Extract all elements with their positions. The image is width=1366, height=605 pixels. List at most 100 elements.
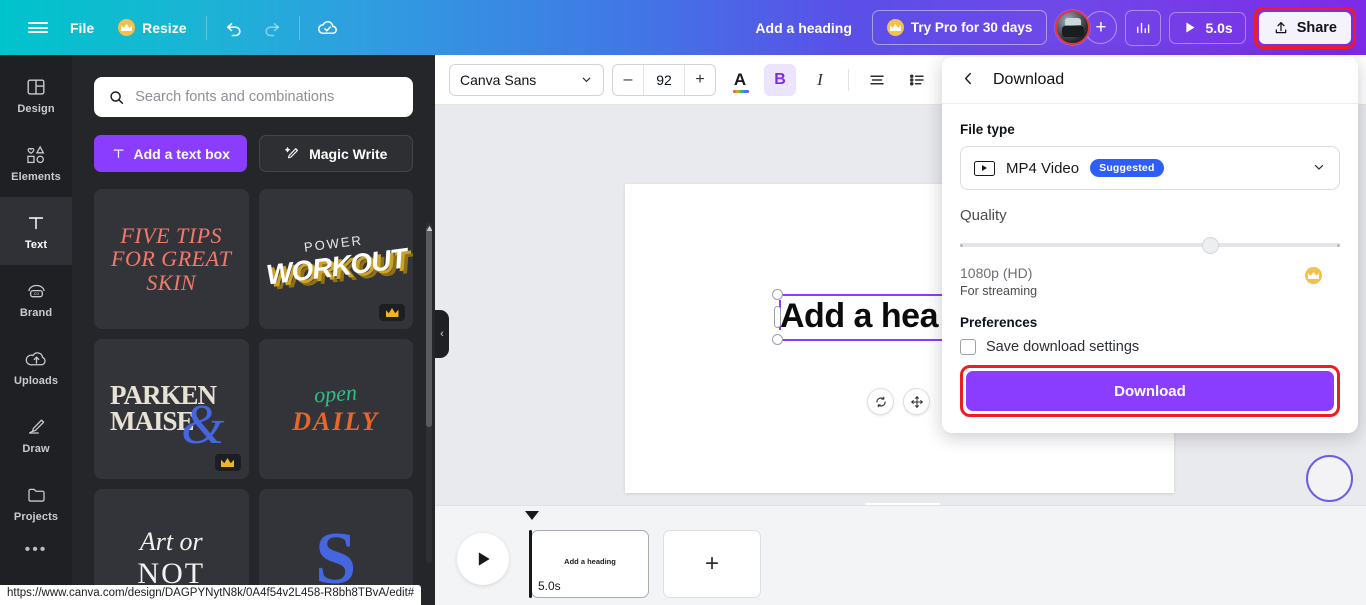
resize-handle-top-left[interactable] <box>772 289 783 300</box>
resize-handle-left[interactable] <box>774 306 781 328</box>
undo-icon[interactable] <box>215 9 253 47</box>
share-button[interactable]: Share <box>1258 11 1351 44</box>
font-card[interactable]: open DAILY <box>258 339 413 479</box>
increase-font-size-button[interactable]: + <box>685 65 715 95</box>
top-bar-right: Add a heading Try Pro for 30 days + 5.0s… <box>743 6 1366 49</box>
save-settings-label: Save download settings <box>986 339 1140 355</box>
add-page-button[interactable]: + <box>663 530 761 598</box>
font-card[interactable]: PARKEN MAISE & <box>94 339 249 479</box>
sidebar-item-label: Uploads <box>13 374 59 387</box>
bullet-list-icon[interactable] <box>901 64 933 96</box>
download-panel-title: Download <box>993 71 1065 88</box>
file-type-select[interactable]: MP4 Video Suggested <box>960 146 1340 190</box>
panel-action-buttons: Add a text box Magic Write <box>94 135 413 172</box>
sidebar-item-text[interactable]: Text <box>0 197 72 265</box>
design-title[interactable]: Add a heading <box>743 13 863 43</box>
floating-round-button[interactable] <box>1306 455 1353 502</box>
avatar[interactable] <box>1055 10 1091 45</box>
search-input[interactable] <box>135 89 399 105</box>
font-size-stepper: – 92 + <box>612 63 716 96</box>
browser-status-url: https://www.canva.com/design/DAGPYNytN8k… <box>0 585 422 605</box>
sidebar-item-elements[interactable]: Elements <box>0 129 72 197</box>
preview-play-button[interactable]: 5.0s <box>1169 11 1246 44</box>
playhead-marker[interactable] <box>525 511 539 520</box>
quality-sub-label: For streaming <box>960 284 1038 298</box>
share-label: Share <box>1296 19 1337 36</box>
italic-button[interactable]: I <box>804 64 836 96</box>
file-menu-button[interactable]: File <box>58 13 106 43</box>
save-settings-checkbox[interactable] <box>960 339 976 355</box>
sidebar-item-projects[interactable]: Projects <box>0 469 72 537</box>
divider <box>299 15 301 40</box>
crown-icon <box>886 19 904 36</box>
text-color-glyph: A <box>732 71 749 93</box>
font-card[interactable]: FIVE TIPS FOR GREAT SKIN <box>94 189 249 329</box>
font-card-art: Art or NOT <box>137 527 206 590</box>
cloud-saved-icon[interactable] <box>308 9 346 47</box>
magic-write-button[interactable]: Magic Write <box>258 135 413 172</box>
sidebar-item-label: Brand <box>19 306 53 319</box>
font-card[interactable]: POWER WORKOUT <box>258 189 413 329</box>
timeline: Add a heading 5.0s + <box>435 505 1366 605</box>
add-text-box-button[interactable]: Add a text box <box>94 135 247 172</box>
quality-label: Quality <box>960 207 1007 224</box>
font-card-art: POWER WORKOUT <box>264 232 409 290</box>
file-type-label: File type <box>960 122 1015 137</box>
sidebar-item-brand[interactable]: co Brand <box>0 265 72 333</box>
move-icon[interactable] <box>903 388 930 415</box>
quality-tick-max <box>1337 243 1340 247</box>
download-panel: Download File type MP4 Video Suggested Q… <box>942 57 1358 433</box>
chevron-down-icon <box>582 77 591 83</box>
more-apps-button[interactable]: ••• <box>25 541 48 559</box>
try-pro-label: Try Pro for 30 days <box>910 20 1033 35</box>
element-floating-tools <box>867 388 930 415</box>
magic-pencil-icon <box>285 147 299 159</box>
scroll-up-arrow-icon[interactable]: ▲ <box>425 223 434 233</box>
panel-scrollbar-thumb[interactable] <box>426 227 432 427</box>
play-icon <box>478 552 490 566</box>
decrease-font-size-button[interactable]: – <box>613 65 643 95</box>
collapse-panel-button[interactable]: ‹ <box>435 310 449 358</box>
duration-label: 5.0s <box>1205 19 1233 36</box>
resize-button[interactable]: Resize <box>106 12 198 43</box>
download-button-highlight: Download <box>960 365 1340 417</box>
file-type-value: MP4 Video <box>1006 159 1080 177</box>
quality-slider-knob[interactable] <box>1202 236 1219 254</box>
top-bar-left: File Resize <box>0 8 346 48</box>
quality-slider-track <box>960 243 1340 247</box>
back-chevron-icon[interactable] <box>960 70 977 90</box>
download-button[interactable]: Download <box>966 371 1334 411</box>
sidebar-item-draw[interactable]: Draw <box>0 401 72 469</box>
italic-label: I <box>817 69 823 89</box>
redo-icon[interactable] <box>253 9 291 47</box>
sidebar-item-label: Text <box>24 238 48 251</box>
sidebar-item-uploads[interactable]: Uploads <box>0 333 72 401</box>
pro-crown-icon <box>214 454 241 471</box>
quality-resolution: 1080p (HD) <box>960 265 1033 281</box>
collaborators: + <box>1055 10 1118 45</box>
text-panel: Add a text box Magic Write FIVE TIPS FOR… <box>72 55 435 605</box>
heading-text-element[interactable]: Add a hea <box>780 297 938 336</box>
hamburger-icon[interactable] <box>18 8 58 48</box>
timeline-play-button[interactable] <box>457 533 509 585</box>
preferences-label: Preferences <box>960 315 1038 330</box>
save-download-settings-row[interactable]: Save download settings <box>960 339 1340 355</box>
bold-button[interactable]: B <box>764 63 796 96</box>
text-color-icon[interactable]: A <box>724 64 756 96</box>
pro-crown-icon <box>379 304 405 321</box>
timeline-clip[interactable]: Add a heading 5.0s <box>529 530 649 598</box>
try-pro-button[interactable]: Try Pro for 30 days <box>871 10 1048 45</box>
add-text-box-label: Add a text box <box>133 145 230 162</box>
rotate-icon[interactable] <box>867 388 894 415</box>
insights-button[interactable] <box>1125 9 1162 46</box>
sidebar-item-design[interactable]: Design <box>0 61 72 129</box>
align-left-icon[interactable] <box>861 64 893 96</box>
font-family-select[interactable]: Canva Sans <box>449 63 604 96</box>
sidebar-item-label: Design <box>17 102 55 115</box>
quality-slider[interactable] <box>960 236 1340 254</box>
search-fonts-box[interactable] <box>94 77 413 117</box>
svg-text:co: co <box>33 292 38 297</box>
resize-handle-bottom-left[interactable] <box>772 334 783 345</box>
font-size-input[interactable]: 92 <box>643 64 685 95</box>
download-panel-body: File type MP4 Video Suggested Quality 10… <box>942 104 1358 433</box>
